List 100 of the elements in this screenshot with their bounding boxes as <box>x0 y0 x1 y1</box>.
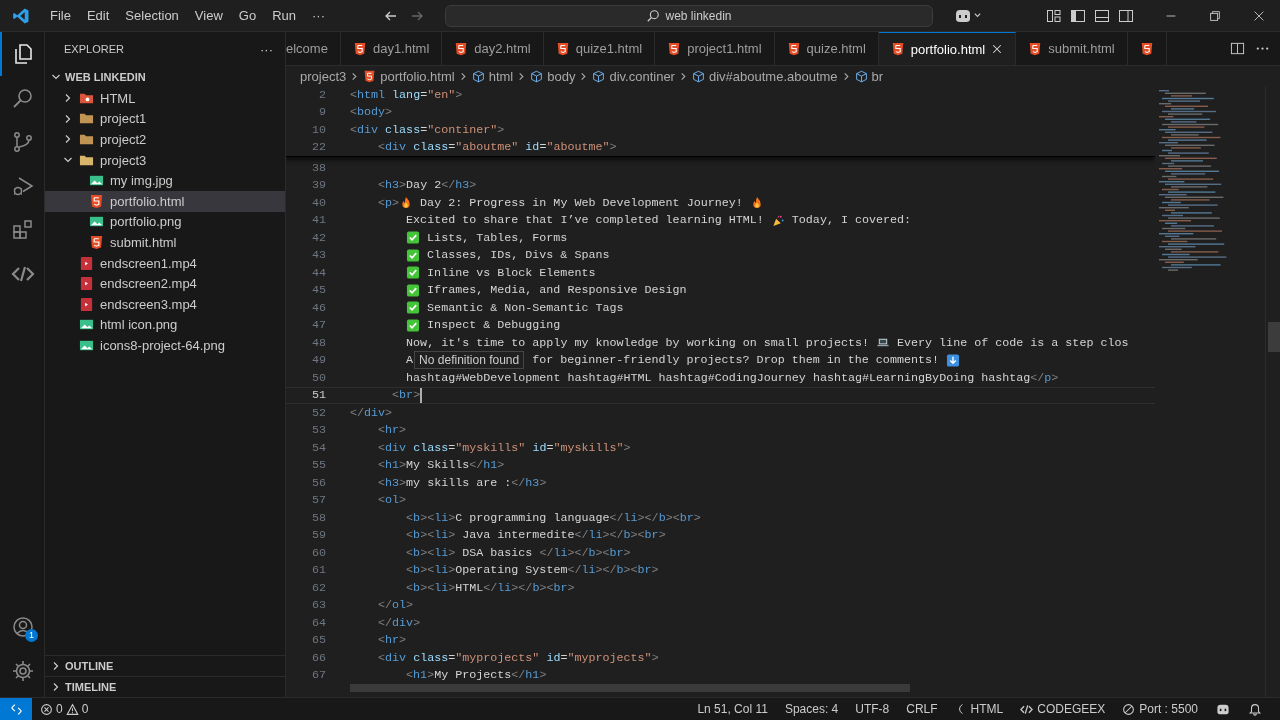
accounts-button[interactable]: 1 <box>0 605 44 649</box>
code-text: Semantic & Non-Semantic Tags <box>426 300 624 315</box>
line-number: 41 <box>310 213 326 228</box>
sidebar-title: EXPLORER <box>64 43 124 55</box>
code-text: <h1>My Skills</h1> <box>378 458 505 473</box>
code-text: <b><li>Operating System</li></b><br> <box>406 563 659 578</box>
code-text: <b><li> DSA basics </li></b><br> <box>406 545 631 560</box>
file-tree-item[interactable]: HTML <box>45 88 285 109</box>
code-text: Lists, Tables, Forms <box>426 230 568 245</box>
panel-header[interactable]: OUTLINE <box>45 655 285 676</box>
line-number: 53 <box>310 423 326 438</box>
menu-item[interactable]: File <box>42 5 79 26</box>
menu-item[interactable]: Edit <box>78 5 118 26</box>
line-number: 64 <box>310 615 326 630</box>
search-field[interactable]: web linkedin <box>445 4 933 27</box>
line-number: 51 <box>310 388 326 403</box>
breadcrumb-item[interactable]: div.continer <box>592 68 675 84</box>
code-text: Now, it's time to apply my knowledge by working on small projects! <box>406 335 870 350</box>
line-number: 58 <box>310 510 326 525</box>
line-number: 59 <box>310 528 326 543</box>
code-text: Iframes, Media, and Responsive Design <box>426 283 687 298</box>
line-number: 50 <box>310 370 326 385</box>
file-tree-item[interactable]: endscreen1.mp4 <box>45 252 285 274</box>
code-text: <hr> <box>378 423 407 438</box>
file-tree-item[interactable]: project3 <box>45 149 285 171</box>
status-item[interactable]: Spaces: 4 <box>784 702 839 716</box>
line-number: 56 <box>310 475 326 490</box>
line-number: 40 <box>310 195 326 210</box>
code-text: <b><li> Java intermedite</li></b><br> <box>406 528 666 543</box>
menu-item[interactable]: Run <box>264 5 304 26</box>
file-tree-item[interactable]: html icon.png <box>45 314 285 336</box>
line-number: 49 <box>310 353 326 368</box>
code-text: <html lang="en"> <box>350 87 463 102</box>
code-text: <b><li>HTML</li></b><br> <box>406 580 575 595</box>
code-text: <div class="myprojects" id="myprojects"> <box>378 650 659 665</box>
status-item[interactable]: CRLF <box>906 702 938 716</box>
line-number: 54 <box>310 440 326 455</box>
file-tree-item[interactable]: icons8-project-64.png <box>45 335 285 356</box>
editor-tab[interactable]: elcome <box>286 32 341 65</box>
breadcrumb-item[interactable]: br <box>854 68 884 84</box>
breadcrumb-item[interactable]: body <box>530 68 576 84</box>
line-number: 60 <box>310 545 326 560</box>
more-actions-button[interactable]: ··· <box>260 41 273 57</box>
code-text: <ol> <box>378 493 407 508</box>
code-text: <h3>my skills are :</h3> <box>378 475 547 490</box>
file-tree-item[interactable]: portfolio.png <box>45 211 285 233</box>
notification-badge: 1 <box>25 629 38 642</box>
line-number: 63 <box>310 598 326 613</box>
line-number: 65 <box>310 633 326 648</box>
menu-item[interactable]: Selection <box>117 5 187 26</box>
line-number: 47 <box>310 318 326 333</box>
problems-button[interactable]: 0 0 <box>40 702 89 716</box>
code-text: <body> <box>350 105 393 120</box>
file-tree-item[interactable]: endscreen3.mp4 <box>45 293 285 315</box>
file-tree-item[interactable]: portfolio.html <box>45 190 285 212</box>
code-text: </div> <box>350 405 393 420</box>
code-text: <b><li>C programming language</li></b><br> <box>406 510 701 525</box>
line-number: 48 <box>310 335 326 350</box>
code-text: <h1>My Projects</h1> <box>406 668 547 683</box>
codegeex-status[interactable]: CODEGEEX <box>1020 702 1106 716</box>
line-number: 2 <box>318 87 326 102</box>
code-text: Inspect & Debugging <box>426 318 561 333</box>
menu-item[interactable]: ··· <box>304 5 333 26</box>
file-tree-item[interactable]: my img.jpg <box>45 170 285 191</box>
menu-item[interactable]: View <box>186 5 231 26</box>
code-text: Classes, IDs, Divs & Spans <box>426 248 610 263</box>
code-text: Every line of code is a step clos <box>896 335 1129 350</box>
editor-tab[interactable]: portfolio.html <box>878 32 1017 65</box>
line-number: 62 <box>310 580 326 595</box>
file-tree-item[interactable]: endscreen2.mp4 <box>45 273 285 294</box>
line-number: 46 <box>310 300 326 315</box>
file-tree-item[interactable]: project2 <box>45 129 285 150</box>
code-text: </div> <box>378 615 421 630</box>
breadcrumb-item[interactable]: html <box>471 68 514 84</box>
code-text: <div class="myskills" id="myskills"> <box>378 440 631 455</box>
line-number: 66 <box>310 650 326 665</box>
code-text: <br> <box>391 388 421 403</box>
breadcrumb-item[interactable]: div#aboutme.aboutme <box>691 68 838 84</box>
code-text: <p> <box>378 195 400 210</box>
code-text: Day 2: Progress in My Web Development Journey! <box>419 195 744 210</box>
code-text: </ol> <box>378 598 414 613</box>
live-server-status[interactable]: Port : 5500 <box>1122 702 1198 716</box>
code-text: Excited to share that I’ve completed learning HTML! <box>406 213 765 228</box>
language-mode[interactable]: HTML <box>954 702 1004 716</box>
file-tree-item[interactable]: project1 <box>45 108 285 130</box>
line-number: 45 <box>310 283 326 298</box>
status-item[interactable]: Ln 51, Col 11 <box>697 702 768 716</box>
status-item[interactable]: UTF-8 <box>855 702 890 716</box>
line-number: 55 <box>310 458 326 473</box>
code-text: <hr> <box>378 633 407 648</box>
file-tree-item[interactable]: submit.html <box>45 232 285 253</box>
code-text: hashtag#WebDevelopment hashtag#HTML hashtag#CodingJourney hashtag#LearningByDoing hashtag</p> <box>406 370 1059 385</box>
line-number: 22 <box>310 140 326 155</box>
breadcrumb-item[interactable]: project3 <box>300 68 347 84</box>
line-number: 42 <box>310 230 326 245</box>
folder-section-header[interactable]: WEB LINKEDIN <box>45 66 285 88</box>
line-number: 39 <box>310 178 326 193</box>
menu-item[interactable]: Go <box>230 5 265 26</box>
breadcrumb-item[interactable]: portfolio.html <box>363 68 455 84</box>
code-text: Today, I covered: <box>790 213 912 228</box>
